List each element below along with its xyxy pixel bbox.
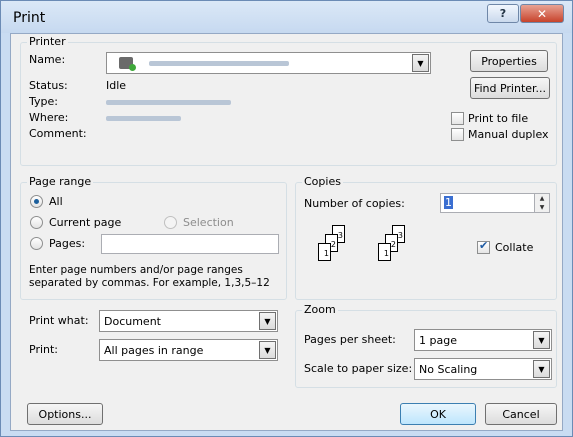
title-bar[interactable]: Print ? ✕ <box>1 1 572 33</box>
printer-legend: Printer <box>27 35 68 48</box>
print-value: All pages in range <box>104 343 204 357</box>
pages-per-sheet-dropdown-arrow[interactable]: ▼ <box>533 331 550 349</box>
chevron-down-icon: ▼ <box>417 58 424 68</box>
status-label: Status: <box>29 79 68 92</box>
comment-label: Comment: <box>29 127 87 140</box>
find-printer-button[interactable]: Find Printer... <box>470 77 550 99</box>
selection-label: Selection <box>183 216 234 229</box>
collate-pages-icon: 3 2 1 <box>318 225 358 269</box>
print-dropdown-arrow[interactable]: ▼ <box>259 341 276 359</box>
printer-name-select[interactable]: ▼ <box>106 52 431 74</box>
chevron-up-icon: ▲ <box>539 195 545 202</box>
collate-checkbox[interactable] <box>477 239 490 254</box>
printer-dropdown-arrow[interactable]: ▼ <box>412 54 429 72</box>
scale-value: No Scaling <box>419 362 478 376</box>
copies-spinner[interactable]: 1 ▲ ▼ <box>440 193 550 213</box>
printer-icon <box>119 57 136 71</box>
current-page-label: Current page <box>49 216 122 229</box>
dialog-body: Printer Name: ▼ Properties Status: Idle … <box>10 33 563 431</box>
printer-group: Printer Name: ▼ Properties Status: Idle … <box>20 35 557 166</box>
print-what-dropdown-arrow[interactable]: ▼ <box>259 312 276 330</box>
print-to-file-label: Print to file <box>468 112 529 125</box>
pages-label: Pages: <box>49 237 86 250</box>
pages-per-sheet-label: Pages per sheet: <box>304 333 396 346</box>
page-range-legend: Page range <box>27 175 94 188</box>
scale-label: Scale to paper size: <box>304 362 413 375</box>
options-label: Options... <box>38 407 92 421</box>
manual-duplex-label: Manual duplex <box>468 128 549 141</box>
pages-per-sheet-select[interactable]: 1 page ▼ <box>414 329 552 351</box>
print-to-file-checkbox[interactable] <box>451 112 464 125</box>
page-range-hint: Enter page numbers and/or page ranges se… <box>29 264 270 289</box>
copies-up-button[interactable]: ▲ <box>534 194 549 203</box>
pages-input[interactable] <box>101 234 279 254</box>
find-printer-label: Find Printer... <box>473 81 547 95</box>
scale-dropdown-arrow[interactable]: ▼ <box>533 360 550 378</box>
page-range-group: Page range All Current page Selection Pa… <box>20 175 287 300</box>
copies-value[interactable]: 1 <box>444 196 453 209</box>
number-of-copies-label: Number of copies: <box>304 197 405 210</box>
name-label: Name: <box>29 53 66 66</box>
print-select[interactable]: All pages in range ▼ <box>99 339 278 361</box>
properties-label: Properties <box>481 54 537 68</box>
ok-label: OK <box>430 407 446 421</box>
manual-duplex-checkbox[interactable] <box>451 128 464 141</box>
print-what-value: Document <box>104 314 161 328</box>
close-button[interactable]: ✕ <box>520 4 564 23</box>
print-what-label: Print what: <box>29 314 89 327</box>
selection-radio[interactable] <box>164 216 177 229</box>
copies-down-button[interactable]: ▼ <box>534 203 549 212</box>
type-value-redacted <box>106 100 231 105</box>
where-value-redacted <box>106 116 181 121</box>
type-label: Type: <box>29 95 58 108</box>
print-dialog: Print ? ✕ Printer Name: ▼ Properties Sta… <box>0 0 573 437</box>
pages-per-sheet-value: 1 page <box>419 333 457 347</box>
print-label: Print: <box>29 343 59 356</box>
zoom-legend: Zoom <box>302 303 338 316</box>
ok-button[interactable]: OK <box>400 403 476 425</box>
close-icon: ✕ <box>536 6 548 21</box>
properties-button[interactable]: Properties <box>470 50 548 72</box>
chevron-down-icon: ▼ <box>538 335 545 345</box>
chevron-down-icon: ▼ <box>538 364 545 374</box>
copies-legend: Copies <box>302 175 343 188</box>
dialog-title: Print <box>13 10 46 26</box>
help-icon: ? <box>499 7 507 20</box>
chevron-down-icon: ▼ <box>539 204 545 211</box>
cancel-button[interactable]: Cancel <box>485 403 557 425</box>
scale-select[interactable]: No Scaling ▼ <box>414 358 552 380</box>
options-button[interactable]: Options... <box>27 403 103 425</box>
printer-name-redacted <box>149 61 289 66</box>
copies-group: Copies Number of copies: 1 ▲ ▼ 3 2 1 3 2… <box>295 175 557 300</box>
zoom-group: Zoom Pages per sheet: 1 page ▼ Scale to … <box>295 303 557 388</box>
print-what-select[interactable]: Document ▼ <box>99 310 278 332</box>
chevron-down-icon: ▼ <box>264 345 271 355</box>
current-page-radio[interactable] <box>30 216 43 229</box>
collate-pages-icon-2: 3 2 1 <box>378 225 418 269</box>
all-radio[interactable] <box>30 195 43 208</box>
where-label: Where: <box>29 111 69 124</box>
help-button[interactable]: ? <box>487 4 519 23</box>
all-label: All <box>49 195 63 208</box>
pages-radio[interactable] <box>30 237 43 250</box>
chevron-down-icon: ▼ <box>264 316 271 326</box>
collate-label: Collate <box>495 241 534 254</box>
cancel-label: Cancel <box>502 407 540 421</box>
status-value: Idle <box>106 79 127 92</box>
